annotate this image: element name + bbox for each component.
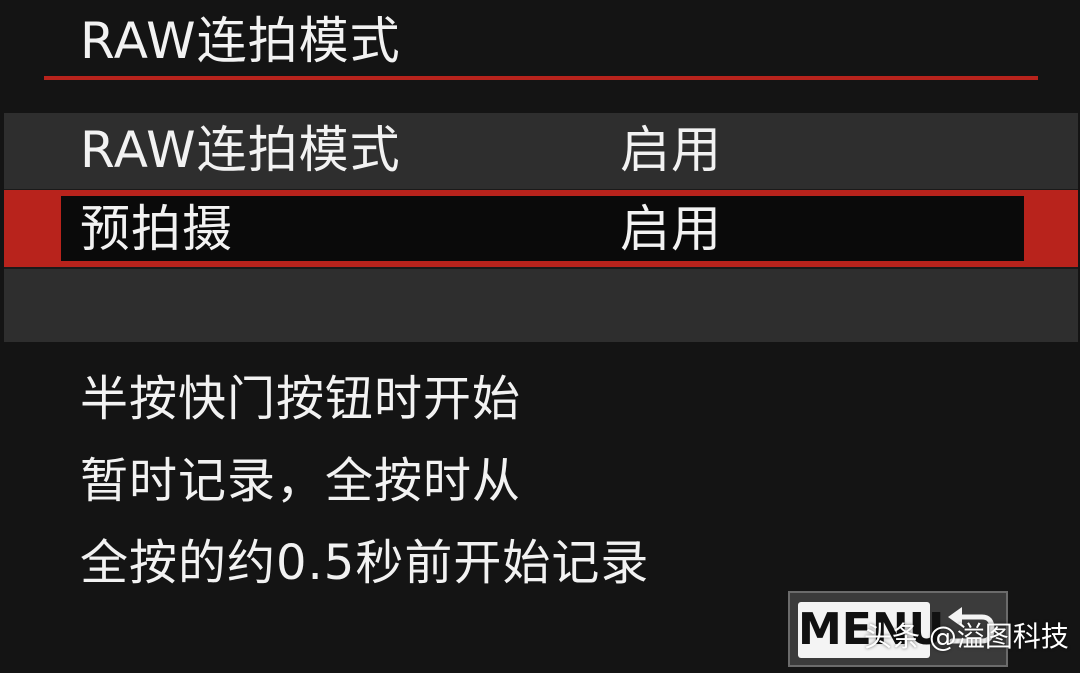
page-title: RAW连拍模式 <box>80 12 401 70</box>
menu-item-label: 预拍摄 <box>80 200 233 258</box>
help-text-line: 半按快门按钮时开始 <box>80 371 522 427</box>
help-description: 半按快门按钮时开始 暂时记录，全按时从 全按的约0.5秒前开始记录 <box>80 358 980 604</box>
menu-list: RAW连拍模式 启用 预拍摄 启用 <box>4 113 1078 342</box>
menu-item-pre-shooting[interactable]: 预拍摄 启用 <box>4 190 1078 267</box>
help-text-line: 暂时记录，全按时从 <box>80 453 522 509</box>
menu-item-label: RAW连拍模式 <box>80 121 401 179</box>
menu-item-raw-burst-mode[interactable]: RAW连拍模式 启用 <box>4 113 1078 189</box>
menu-item-value: 启用 <box>620 200 722 258</box>
menu-item-value: 启用 <box>620 121 722 179</box>
watermark-text: 头条 @溢图科技 <box>864 620 1069 653</box>
title-divider <box>44 76 1038 80</box>
menu-item-empty <box>4 268 1078 342</box>
